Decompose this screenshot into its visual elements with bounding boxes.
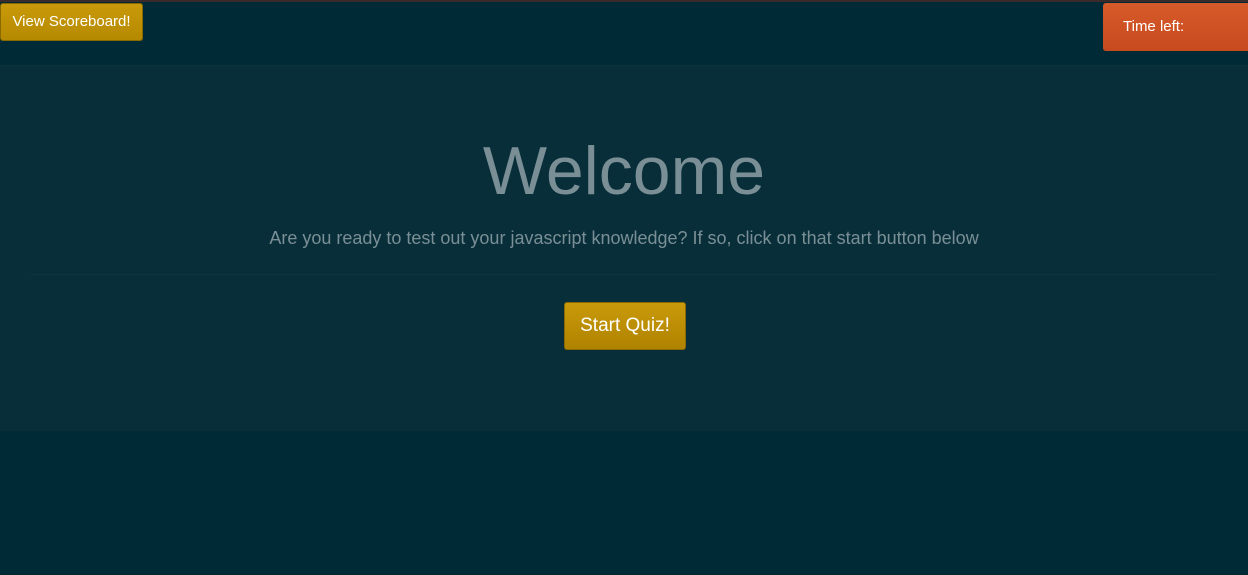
welcome-subtitle: Are you ready to test out your javascrip…	[269, 228, 979, 248]
divider	[30, 274, 1218, 275]
top-border-strip	[0, 0, 1248, 2]
time-left-display: Time left:	[1103, 3, 1248, 51]
start-quiz-button[interactable]: Start Quiz!	[564, 302, 686, 350]
view-scoreboard-button[interactable]: View Scoreboard!	[0, 3, 143, 41]
page-title: Welcome	[482, 133, 766, 209]
